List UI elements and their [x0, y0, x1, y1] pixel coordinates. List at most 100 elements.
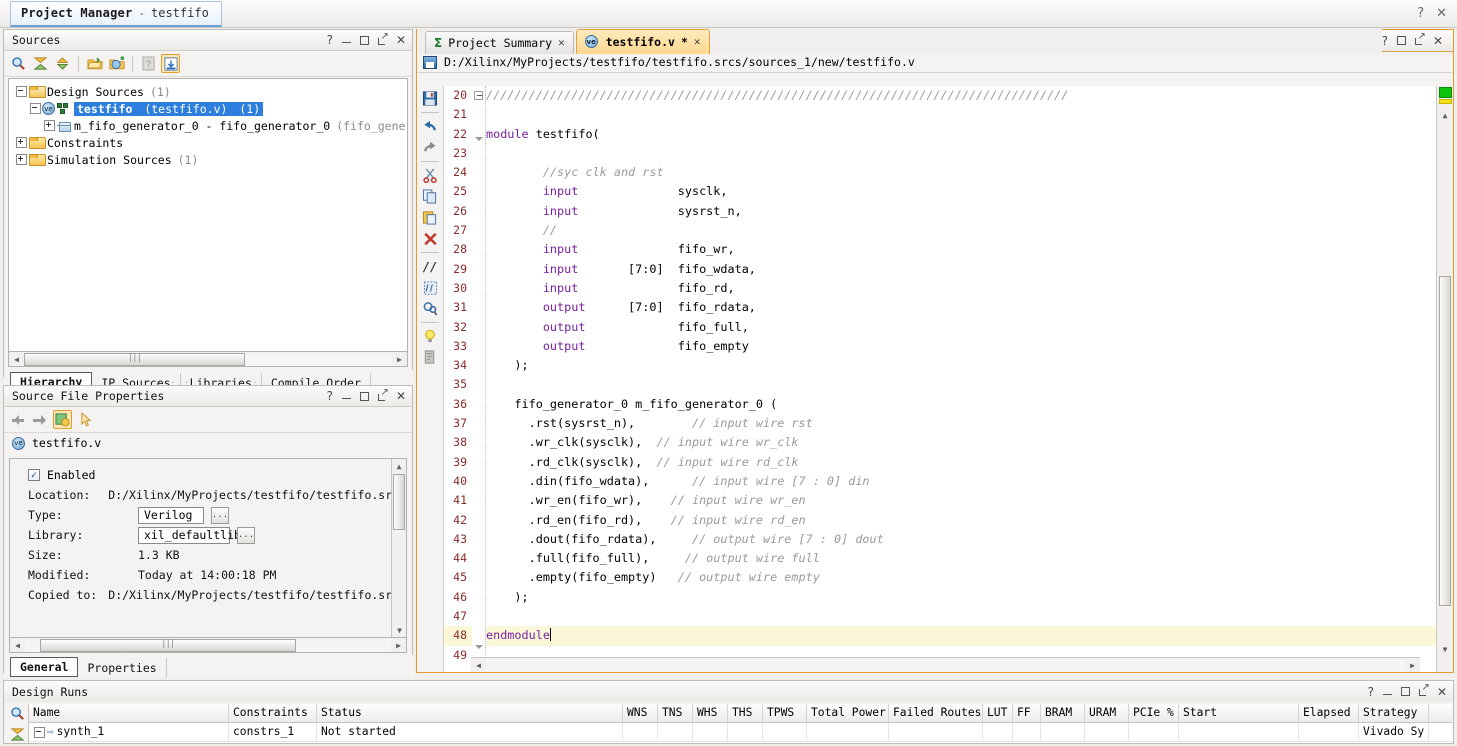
- hierarchy-update-icon[interactable]: [161, 54, 180, 73]
- properties-vertical-scrollbar[interactable]: ▲ ▼: [391, 459, 406, 637]
- select-pointer-icon[interactable]: [77, 410, 96, 429]
- scroll-left-arrow[interactable]: ◀: [10, 639, 25, 652]
- code-line[interactable]: module testfifo(: [486, 125, 1436, 144]
- close-icon[interactable]: ✕: [1433, 35, 1443, 47]
- close-icon[interactable]: ✕: [694, 35, 701, 48]
- properties-horizontal-scrollbar[interactable]: ◀ ▶: [9, 638, 407, 653]
- code-line[interactable]: .rd_en(fifo_rd), // input wire rd_en: [486, 511, 1436, 530]
- search-icon[interactable]: [10, 706, 25, 724]
- code-line[interactable]: .empty(fifo_empty) // output wire empty: [486, 568, 1436, 587]
- search-icon[interactable]: [9, 54, 28, 73]
- column-header[interactable]: Elapsed: [1299, 704, 1359, 722]
- library-browse-button[interactable]: ...: [237, 526, 255, 544]
- save-icon[interactable]: [420, 89, 441, 108]
- fold-toggle-icon[interactable]: [472, 91, 485, 110]
- library-field[interactable]: xil_defaultlib: [138, 526, 241, 544]
- uncomment-icon[interactable]: [420, 278, 441, 297]
- column-header[interactable]: LUT: [983, 704, 1013, 722]
- scroll-right-arrow[interactable]: ▶: [1405, 659, 1420, 672]
- editor-marker-scrollbar[interactable]: ▲ ▼: [1437, 86, 1453, 672]
- minimize-icon[interactable]: [1382, 689, 1392, 695]
- column-header[interactable]: Status: [317, 704, 623, 722]
- code-line[interactable]: input sysrst_n,: [486, 202, 1436, 221]
- close-icon[interactable]: ✕: [1436, 6, 1447, 21]
- expander-icon[interactable]: [15, 136, 28, 149]
- code-text[interactable]: ////////////////////////////////////////…: [486, 86, 1436, 672]
- expand-all-icon[interactable]: [53, 54, 72, 73]
- copy-icon[interactable]: [420, 187, 441, 206]
- maximize-icon[interactable]: [359, 35, 369, 45]
- type-browse-button[interactable]: ...: [211, 506, 229, 524]
- float-icon[interactable]: [1418, 683, 1430, 696]
- tree-item-simulation-sources[interactable]: Simulation Sources (1): [15, 151, 407, 168]
- code-area[interactable]: 20 21 22 23 24 25 26 27 28 29 30 31 32 33 34 35 36 37 38 39…: [444, 86, 1437, 672]
- code-line[interactable]: output fifo_empty: [486, 337, 1436, 356]
- code-line[interactable]: [486, 607, 1436, 626]
- code-line[interactable]: output fifo_full,: [486, 318, 1436, 337]
- code-fold-column[interactable]: [472, 86, 486, 672]
- scroll-up-arrow[interactable]: ▲: [392, 459, 406, 473]
- code-line[interactable]: input fifo_rd,: [486, 279, 1436, 298]
- paste-icon[interactable]: [420, 208, 441, 227]
- hint-bulb-icon[interactable]: [420, 327, 441, 346]
- back-arrow-icon[interactable]: [11, 413, 27, 427]
- undo-icon[interactable]: [420, 117, 441, 136]
- close-icon[interactable]: ✕: [1437, 686, 1447, 698]
- minimize-icon[interactable]: [341, 37, 351, 43]
- tree-item-design-sources[interactable]: Design Sources (1): [15, 83, 407, 100]
- column-header[interactable]: BRAM: [1041, 704, 1085, 722]
- code-line[interactable]: //syc clk and rst: [486, 163, 1436, 182]
- sources-horizontal-scrollbar[interactable]: ◀ ▶: [8, 352, 408, 367]
- column-header[interactable]: PCIe %: [1129, 704, 1179, 722]
- save-icon[interactable]: [423, 55, 437, 69]
- help-icon[interactable]: ?: [1417, 6, 1424, 21]
- code-line[interactable]: [486, 375, 1436, 394]
- code-line[interactable]: .full(fifo_full), // output wire full: [486, 549, 1436, 568]
- scroll-down-arrow[interactable]: ▼: [392, 623, 406, 637]
- scroll-up-arrow[interactable]: ▲: [1437, 108, 1453, 122]
- minimize-icon[interactable]: [341, 393, 351, 399]
- find-icon[interactable]: [420, 299, 441, 318]
- tree-item-constraints[interactable]: Constraints: [15, 134, 407, 151]
- help-icon[interactable]: ?: [327, 34, 333, 46]
- code-line[interactable]: //: [486, 221, 1436, 240]
- comment-icon[interactable]: //: [420, 257, 441, 276]
- expander-icon[interactable]: [43, 119, 56, 132]
- code-line[interactable]: .rst(sysrst_n), // input wire rst: [486, 414, 1436, 433]
- enabled-checkbox[interactable]: ✓: [28, 469, 40, 481]
- scroll-thumb[interactable]: [1439, 276, 1451, 606]
- delete-icon[interactable]: [420, 229, 441, 248]
- code-line[interactable]: .wr_clk(sysclk), // input wire wr_clk: [486, 433, 1436, 452]
- forward-arrow-icon[interactable]: [32, 413, 48, 427]
- close-icon[interactable]: ✕: [558, 36, 565, 49]
- float-icon[interactable]: [377, 32, 389, 45]
- scroll-track[interactable]: [486, 658, 1405, 672]
- scroll-down-arrow[interactable]: ▼: [1437, 642, 1453, 656]
- code-line[interactable]: output [7:0] fifo_rdata,: [486, 298, 1436, 317]
- refresh-properties-icon[interactable]: [53, 410, 72, 429]
- expander-icon[interactable]: [33, 726, 46, 739]
- fold-toggle-icon[interactable]: [472, 136, 485, 156]
- code-line[interactable]: );: [486, 588, 1436, 607]
- maximize-icon[interactable]: [1400, 687, 1410, 696]
- help-icon[interactable]: ?: [1382, 35, 1388, 47]
- column-header[interactable]: Total Power: [807, 704, 889, 722]
- code-line[interactable]: [486, 105, 1436, 124]
- tab-properties[interactable]: Properties: [78, 658, 167, 677]
- expander-icon[interactable]: [29, 102, 42, 115]
- column-header[interactable]: TNS: [658, 704, 693, 722]
- tree-item-selected-row[interactable]: testfifo (testfifo.v) (1): [74, 101, 264, 116]
- type-field[interactable]: Verilog: [138, 506, 204, 524]
- redo-icon[interactable]: [420, 138, 441, 157]
- design-runs-table[interactable]: Name Constraints Status WNS TNS WHS THS TPWS Tot…: [7, 704, 1452, 743]
- tab-project-summary[interactable]: Σ Project Summary ✕: [425, 30, 574, 54]
- expander-icon[interactable]: [15, 85, 28, 98]
- column-header[interactable]: Name: [29, 704, 229, 722]
- column-header[interactable]: Start: [1179, 704, 1299, 722]
- column-header[interactable]: TPWS: [763, 704, 807, 722]
- code-line[interactable]: input fifo_wr,: [486, 240, 1436, 259]
- code-line[interactable]: .dout(fifo_rdata), // output wire [7 : 0…: [486, 530, 1436, 549]
- code-line[interactable]: ////////////////////////////////////////…: [486, 86, 1436, 105]
- code-line[interactable]: .wr_en(fifo_wr), // input wire wr_en: [486, 491, 1436, 510]
- column-header[interactable]: FF: [1013, 704, 1041, 722]
